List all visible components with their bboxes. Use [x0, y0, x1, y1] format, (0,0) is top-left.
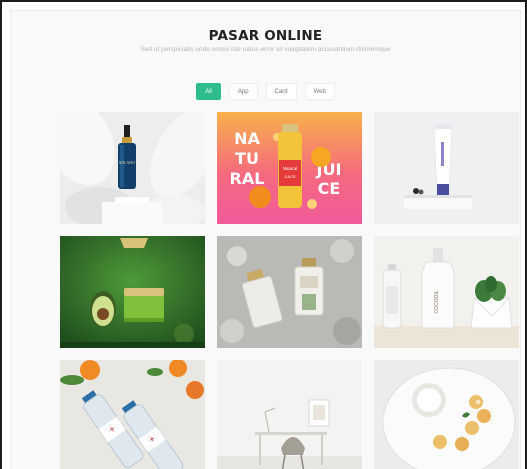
- filter-bar: All App Card Web: [11, 83, 520, 100]
- portfolio-item-juice[interactable]: NA TU RAL JUI CE Natural JUICE: [217, 112, 362, 224]
- plastic-bottles-image: + +: [60, 360, 205, 469]
- serum-label: MILANO: [119, 160, 135, 165]
- portfolio-item-avocado[interactable]: [60, 236, 205, 348]
- svg-text:CE: CE: [318, 179, 341, 198]
- filter-web-button[interactable]: Web: [304, 83, 335, 100]
- juice-label-extra: JUICE: [284, 174, 296, 179]
- portfolio-item-plate[interactable]: [374, 360, 519, 469]
- browser-frame: PASAR ONLINE Sed ut perspiciatis unde om…: [0, 0, 527, 469]
- minimal-room-image: [217, 360, 362, 469]
- cocooil-bottles-image: COCOOIL: [374, 236, 519, 348]
- page-subtitle: Sed ut perspiciatis unde omnis iste natu…: [140, 46, 391, 53]
- cocooil-label: COCOOIL: [434, 290, 440, 313]
- svg-text:RAL: RAL: [230, 169, 265, 188]
- cookies-plate-image: [374, 360, 519, 469]
- portfolio-item-perfume[interactable]: [217, 236, 362, 348]
- portfolio-item-bottles[interactable]: + +: [60, 360, 205, 469]
- svg-text:TU: TU: [235, 149, 259, 168]
- perfume-bottles-image: [217, 236, 362, 348]
- filter-all-button[interactable]: All: [196, 83, 221, 100]
- portfolio-item-room[interactable]: [217, 360, 362, 469]
- portfolio-section: PASAR ONLINE Sed ut perspiciatis unde om…: [10, 10, 521, 469]
- filter-app-button[interactable]: App: [228, 83, 258, 100]
- cream-tube-image: [374, 112, 519, 224]
- portfolio-grid: MILANO NA TU RAL JUI CE Natural JUICE CO…: [60, 112, 519, 469]
- juice-bottle-image: NA TU RAL JUI CE Natural JUICE: [217, 112, 362, 224]
- portfolio-item-cocooil[interactable]: COCOOIL: [374, 236, 519, 348]
- svg-text:NA: NA: [234, 129, 260, 148]
- juice-label: Natural: [283, 166, 298, 171]
- filter-card-button[interactable]: Card: [265, 83, 297, 100]
- portfolio-item-tube[interactable]: [374, 112, 519, 224]
- serum-bottle-image: MILANO: [60, 112, 205, 224]
- page-title: PASAR ONLINE: [208, 28, 323, 44]
- avocado-cream-image: [60, 236, 205, 348]
- portfolio-item-serum[interactable]: MILANO: [60, 112, 205, 224]
